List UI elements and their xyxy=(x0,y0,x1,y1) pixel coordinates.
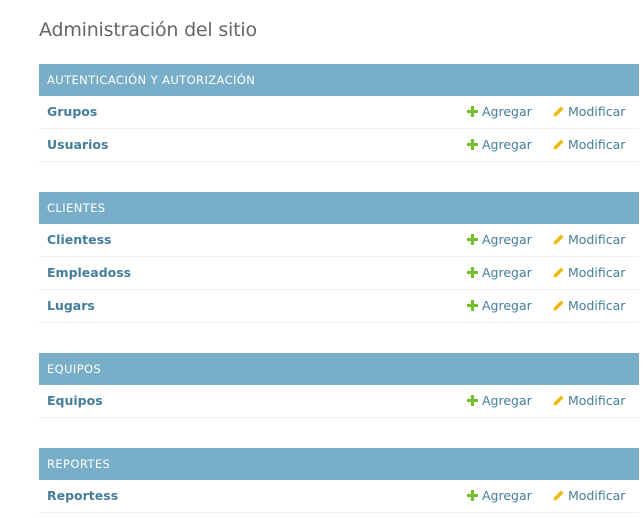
change-label: Modificar xyxy=(568,298,626,313)
change-label: Modificar xyxy=(568,232,626,247)
model-link-lugars[interactable]: Lugars xyxy=(47,290,95,322)
module-clientes: CLIENTES Clientess Agregar Modificar Emp… xyxy=(39,192,639,323)
change-reportess-button[interactable]: Modificar xyxy=(553,480,625,512)
add-label: Agregar xyxy=(482,137,532,152)
add-label: Agregar xyxy=(482,393,532,408)
add-label: Agregar xyxy=(482,232,532,247)
plus-icon xyxy=(467,139,478,150)
pencil-icon xyxy=(553,234,564,245)
plus-icon xyxy=(467,267,478,278)
change-label: Modificar xyxy=(568,393,626,408)
plus-icon xyxy=(467,300,478,311)
pencil-icon xyxy=(553,139,564,150)
model-row-clientess: Clientess Agregar Modificar xyxy=(39,224,639,257)
module-header[interactable]: AUTENTICACIÓN Y AUTORIZACIÓN xyxy=(39,64,639,96)
model-link-clientess[interactable]: Clientess xyxy=(47,224,111,256)
add-equipos-button[interactable]: Agregar xyxy=(467,385,532,417)
pencil-icon xyxy=(553,490,564,501)
model-row-lugars: Lugars Agregar Modificar xyxy=(39,290,639,323)
change-label: Modificar xyxy=(568,104,626,119)
add-reportess-button[interactable]: Agregar xyxy=(467,480,532,512)
change-label: Modificar xyxy=(568,265,626,280)
model-link-reportess[interactable]: Reportess xyxy=(47,480,118,512)
pencil-icon xyxy=(553,106,564,117)
change-empleadoss-button[interactable]: Modificar xyxy=(553,257,625,289)
page-title: Administración del sitio xyxy=(39,19,257,41)
plus-icon xyxy=(467,395,478,406)
add-empleadoss-button[interactable]: Agregar xyxy=(467,257,532,289)
module-header[interactable]: CLIENTES xyxy=(39,192,639,224)
model-row-usuarios: Usuarios Agregar Modificar xyxy=(39,129,639,162)
module-autenticacion-y-autorizacion: AUTENTICACIÓN Y AUTORIZACIÓN Grupos Agre… xyxy=(39,64,639,162)
change-usuarios-button[interactable]: Modificar xyxy=(553,129,625,161)
change-label: Modificar xyxy=(568,488,626,503)
plus-icon xyxy=(467,490,478,501)
model-link-usuarios[interactable]: Usuarios xyxy=(47,129,108,161)
add-label: Agregar xyxy=(482,298,532,313)
add-clientess-button[interactable]: Agregar xyxy=(467,224,532,256)
change-label: Modificar xyxy=(568,137,626,152)
add-grupos-button[interactable]: Agregar xyxy=(467,96,532,128)
pencil-icon xyxy=(553,300,564,311)
pencil-icon xyxy=(553,267,564,278)
model-row-grupos: Grupos Agregar Modificar xyxy=(39,96,639,129)
plus-icon xyxy=(467,234,478,245)
change-equipos-button[interactable]: Modificar xyxy=(553,385,625,417)
add-label: Agregar xyxy=(482,104,532,119)
add-usuarios-button[interactable]: Agregar xyxy=(467,129,532,161)
model-link-equipos[interactable]: Equipos xyxy=(47,385,103,417)
pencil-icon xyxy=(553,395,564,406)
plus-icon xyxy=(467,106,478,117)
model-row-empleadoss: Empleadoss Agregar Modificar xyxy=(39,257,639,290)
change-grupos-button[interactable]: Modificar xyxy=(553,96,625,128)
add-label: Agregar xyxy=(482,265,532,280)
model-link-grupos[interactable]: Grupos xyxy=(47,96,97,128)
module-header[interactable]: EQUIPOS xyxy=(39,353,639,385)
model-link-empleadoss[interactable]: Empleadoss xyxy=(47,257,131,289)
add-lugars-button[interactable]: Agregar xyxy=(467,290,532,322)
add-label: Agregar xyxy=(482,488,532,503)
model-row-reportess: Reportess Agregar Modificar xyxy=(39,480,639,513)
change-lugars-button[interactable]: Modificar xyxy=(553,290,625,322)
model-row-equipos: Equipos Agregar Modificar xyxy=(39,385,639,418)
module-header[interactable]: REPORTES xyxy=(39,448,639,480)
change-clientess-button[interactable]: Modificar xyxy=(553,224,625,256)
module-reportes: REPORTES Reportess Agregar Modificar xyxy=(39,448,639,513)
module-equipos: EQUIPOS Equipos Agregar Modificar xyxy=(39,353,639,418)
